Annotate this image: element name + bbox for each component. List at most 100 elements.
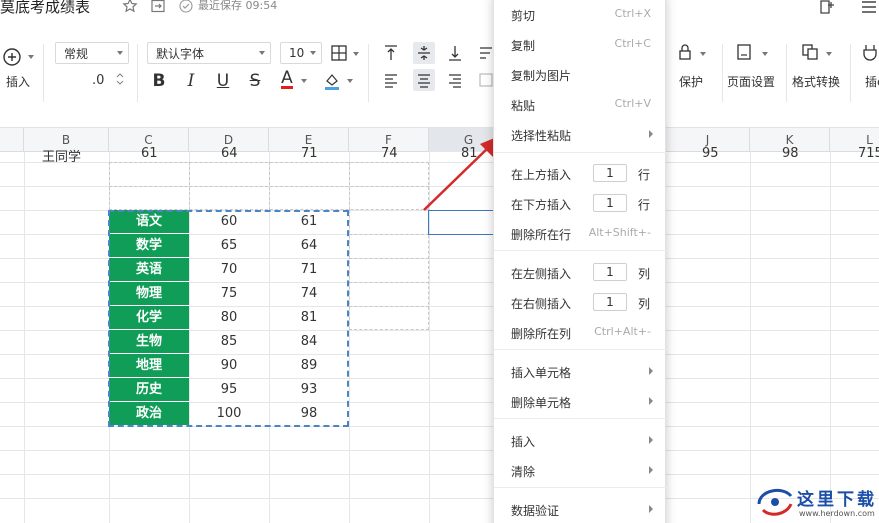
paste-ghost-line <box>349 234 429 235</box>
menu-separator <box>494 152 667 153</box>
protect-caret[interactable] <box>700 52 706 56</box>
border-dropdown-caret[interactable] <box>353 52 359 56</box>
insert-label[interactable]: 插入 <box>6 73 30 90</box>
document-title[interactable]: 莫底考成绩表 <box>0 0 90 17</box>
strikethrough-icon[interactable]: S <box>244 70 266 92</box>
menu-separator <box>494 349 667 350</box>
menu-item-cut[interactable]: 剪切 Ctrl+X <box>494 0 667 28</box>
cell-text[interactable]: 王同学 <box>42 146 81 165</box>
row-count-input[interactable]: 1 <box>593 194 627 212</box>
insert-dropdown-caret[interactable] <box>28 55 34 59</box>
menu-item-insert-row-above[interactable]: 在上方插入 1 行 <box>494 159 667 187</box>
font-color-icon[interactable]: A <box>276 68 298 90</box>
decimal-stepper-icon[interactable] <box>115 71 125 87</box>
fill-color-caret[interactable] <box>347 79 353 83</box>
cell-text[interactable]: 98 <box>782 146 799 161</box>
menu-item-copy-as-image[interactable]: 复制为图片 <box>494 60 667 88</box>
align-right-icon[interactable] <box>447 72 463 88</box>
chevron-down-icon <box>310 51 316 55</box>
column-count-input[interactable]: 1 <box>593 293 627 311</box>
menu-item-clear[interactable]: 清除 <box>494 456 667 484</box>
row-header-corner[interactable] <box>0 128 24 152</box>
page-setup-icon[interactable] <box>736 43 752 61</box>
cell-text[interactable]: 95 <box>702 146 719 161</box>
paste-ghost-line <box>349 282 429 283</box>
column-count-input[interactable]: 1 <box>593 263 627 281</box>
align-left-icon[interactable] <box>383 72 399 88</box>
cell-text[interactable]: 715 <box>858 146 879 161</box>
menu-item-insert[interactable]: 插入 <box>494 426 667 454</box>
font-color-caret[interactable] <box>301 79 307 83</box>
menu-shortcut: Ctrl+Alt+- <box>594 325 651 338</box>
menu-item-insert-cells[interactable]: 插入单元格 <box>494 357 667 385</box>
font-size-select[interactable]: 10 <box>280 42 322 64</box>
cell-text[interactable]: 71 <box>301 146 318 161</box>
protect-label[interactable]: 保护 <box>679 73 703 90</box>
font-name-select[interactable]: 默认字体 <box>147 42 271 64</box>
align-bottom-icon[interactable] <box>447 44 463 62</box>
menu-item-label: 在上方插入 <box>511 168 572 182</box>
watermark-logo-icon <box>757 488 793 516</box>
cell-text[interactable]: 64 <box>221 146 238 161</box>
format-convert-icon[interactable] <box>801 43 819 61</box>
menu-item-insert-col-right[interactable]: 在右侧插入 1 列 <box>494 288 667 316</box>
watermark-text: 这里下载 <box>797 490 877 510</box>
paste-ghost-line <box>349 258 429 259</box>
toolbar-separator <box>786 44 787 102</box>
align-middle-button[interactable] <box>413 42 435 64</box>
add-collaborator-icon[interactable] <box>818 0 836 16</box>
format-convert-caret[interactable] <box>826 52 832 56</box>
align-center-button[interactable] <box>413 69 435 91</box>
border-icon[interactable] <box>330 44 348 62</box>
number-format-select[interactable]: 常规 <box>55 42 129 64</box>
fill-color-icon[interactable] <box>322 71 342 91</box>
menu-item-insert-row-below[interactable]: 在下方插入 1 行 <box>494 189 667 217</box>
plugin-icon[interactable] <box>862 43 878 61</box>
menu-item-paste[interactable]: 粘贴 Ctrl+V <box>494 90 667 118</box>
row-count-input[interactable]: 1 <box>593 164 627 182</box>
menu-item-label: 选择性粘贴 <box>511 129 572 143</box>
spreadsheet-grid[interactable]: B C D E F G J K L 王同学 61 64 71 74 81 95 … <box>0 128 879 523</box>
move-to-folder-icon[interactable] <box>150 0 166 14</box>
number-format-value: 常规 <box>64 46 89 61</box>
menu-item-label: 在左侧插入 <box>511 267 572 281</box>
align-top-icon[interactable] <box>383 44 399 62</box>
insert-plus-icon[interactable] <box>2 47 22 67</box>
menu-item-paste-special[interactable]: 选择性粘贴 <box>494 120 667 148</box>
menu-item-insert-col-left[interactable]: 在左侧插入 1 列 <box>494 258 667 286</box>
menu-item-copy[interactable]: 复制 Ctrl+C <box>494 30 667 58</box>
insert-right-label[interactable]: 插e <box>865 73 879 90</box>
menu-item-delete-col[interactable]: 删除所在列 Ctrl+Alt+- <box>494 318 667 346</box>
star-icon[interactable] <box>122 0 138 14</box>
bold-icon[interactable]: B <box>148 70 170 92</box>
menu-item-label: 复制 <box>511 39 536 53</box>
menu-shortcut: Alt+Shift+- <box>588 226 651 239</box>
align-center-icon <box>418 74 430 88</box>
submenu-arrow-icon <box>649 130 653 138</box>
toolbar-separator <box>137 44 138 102</box>
menu-separator <box>494 487 667 488</box>
submenu-arrow-icon <box>649 505 653 513</box>
underline-icon[interactable]: U <box>212 70 234 92</box>
title-bar: 莫底考成绩表 最近保存 09:54 <box>0 0 879 22</box>
cell-text[interactable]: 74 <box>381 146 398 161</box>
context-menu: 剪切 Ctrl+X 复制 Ctrl+C 复制为图片 粘贴 Ctrl+V 选择性粘… <box>493 0 667 523</box>
lock-icon[interactable] <box>677 43 693 61</box>
menu-item-label: 粘贴 <box>511 99 536 113</box>
format-convert-label[interactable]: 格式转换 <box>792 73 840 90</box>
italic-icon[interactable]: I <box>180 70 202 92</box>
submenu-arrow-icon <box>649 367 653 375</box>
menu-item-delete-row[interactable]: 删除所在行 Alt+Shift+- <box>494 219 667 247</box>
menu-item-delete-cells[interactable]: 删除单元格 <box>494 387 667 415</box>
menu-item-data-validation[interactable]: 数据验证 <box>494 495 667 523</box>
grid-line <box>750 152 751 523</box>
page-setup-label[interactable]: 页面设置 <box>727 73 775 90</box>
cell-text[interactable]: 61 <box>141 146 158 161</box>
site-watermark: 这里下载 www.herdown.com <box>747 478 879 523</box>
page-setup-caret[interactable] <box>762 52 768 56</box>
merge-cells-icon[interactable] <box>478 72 494 88</box>
menu-icon[interactable] <box>860 0 878 16</box>
wrap-text-icon[interactable] <box>478 44 494 62</box>
menu-item-label: 在下方插入 <box>511 198 572 212</box>
grid-line <box>830 152 831 523</box>
